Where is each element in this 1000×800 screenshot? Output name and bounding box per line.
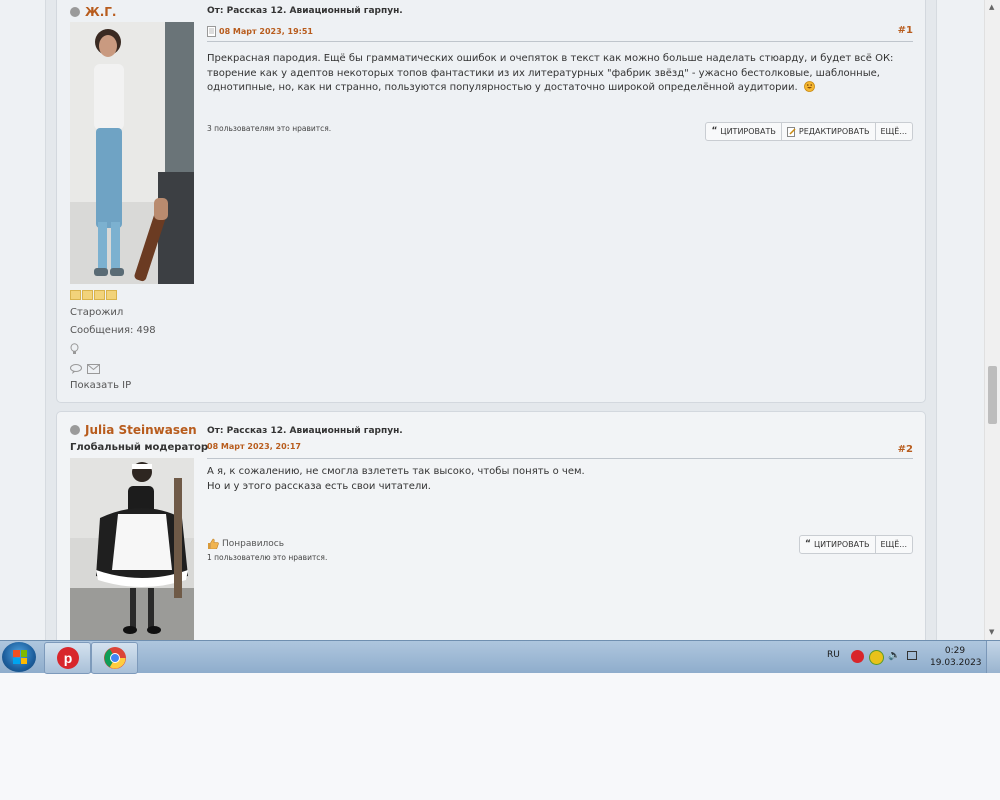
post-actions: “ЦИТИРОВАТЬ ЕЩЁ...	[799, 535, 913, 554]
quote-button-label: ЦИТИРОВАТЬ	[720, 127, 776, 136]
post-body-text: Прекрасная пародия. Ещё бы грамматически…	[207, 53, 894, 93]
post-date[interactable]: 08 Март 2023, 19:51	[207, 26, 313, 37]
browser-viewport: Ж.Г. Старожил Сообщения: 498 Показать IP…	[0, 0, 984, 640]
likes-count[interactable]: 1 пользователю это нравится.	[207, 553, 327, 562]
scrollbar-thumb[interactable]	[988, 366, 997, 424]
volume-icon[interactable]: 🔈	[888, 650, 900, 661]
like-button-label: Понравилось	[222, 538, 285, 549]
more-button-label: ЕЩЁ...	[880, 127, 908, 136]
show-desktop-button[interactable]	[986, 641, 1000, 673]
post-number[interactable]: #2	[898, 444, 913, 455]
post-date[interactable]: 08 Март 2023, 20:17	[207, 442, 301, 451]
avatar	[70, 22, 194, 284]
post-body: Прекрасная пародия. Ещё бы грамматически…	[207, 52, 907, 96]
post-actions: “ЦИТИРОВАТЬ РЕДАКТИРОВАТЬ ЕЩЁ...	[705, 122, 913, 141]
more-button[interactable]: ЕЩЁ...	[876, 123, 913, 140]
post-subject[interactable]: От: Рассказ 12. Авиационный гарпун.	[207, 426, 403, 436]
member-rank: Старожил	[70, 307, 124, 318]
forum-post: Julia Steinwasen Глобальный модератор От…	[56, 411, 926, 640]
network-icon[interactable]	[907, 651, 917, 660]
likes-count[interactable]: 3 пользователям это нравится.	[207, 124, 331, 133]
quote-button[interactable]: “ЦИТИРОВАТЬ	[706, 123, 782, 140]
thumbs-up-icon	[208, 538, 219, 549]
post-body: А я, к сожалению, не смогла взлететь так…	[207, 465, 907, 494]
edit-icon	[786, 126, 796, 137]
envelope-icon[interactable]	[87, 364, 100, 374]
smiley-icon	[803, 81, 815, 92]
speech-bubble-icon[interactable]	[70, 364, 82, 374]
system-clock[interactable]: 0:29 19.03.2023	[930, 645, 982, 669]
message-count: Сообщения: 498	[70, 325, 156, 336]
windows-taskbar: p RU 🔈 0:29 19.03.2023	[0, 640, 1000, 674]
lightbulb-icon[interactable]	[70, 343, 79, 355]
like-button[interactable]: Понравилось	[207, 538, 284, 549]
taskbar-app-punto[interactable]: p	[44, 642, 91, 674]
poster-name[interactable]: Ж.Г.	[70, 5, 116, 19]
document-icon	[207, 26, 216, 37]
more-button-label: ЕЩЁ...	[880, 540, 908, 549]
edit-button[interactable]: РЕДАКТИРОВАТЬ	[782, 123, 876, 140]
post-date-label: 08 Март 2023, 20:17	[207, 442, 301, 451]
quote-icon: “	[711, 126, 718, 136]
divider	[207, 41, 913, 42]
quote-button[interactable]: “ЦИТИРОВАТЬ	[800, 536, 876, 553]
start-button[interactable]	[2, 642, 36, 672]
edit-button-label: РЕДАКТИРОВАТЬ	[798, 127, 870, 136]
member-role: Глобальный модератор	[70, 442, 209, 453]
profile-icons-row	[70, 343, 79, 355]
windows-logo-icon	[13, 650, 27, 664]
divider	[207, 458, 913, 459]
offline-status-icon	[70, 7, 80, 17]
quote-button-label: ЦИТИРОВАТЬ	[813, 540, 870, 549]
scroll-up-arrow-icon[interactable]: ▲	[989, 3, 994, 11]
show-ip-link[interactable]: Показать IP	[70, 380, 131, 391]
post-subject[interactable]: От: Рассказ 12. Авиационный гарпун.	[207, 6, 403, 16]
post-body-line: А я, к сожалению, не смогла взлететь так…	[207, 466, 585, 477]
punto-tray-icon[interactable]	[851, 650, 864, 663]
poster-name[interactable]: Julia Steinwasen	[70, 423, 197, 437]
post-body-line: Но и у этого рассказа есть свои читатели…	[207, 480, 431, 492]
vertical-scrollbar[interactable]: ▲ ▼	[984, 0, 1000, 640]
offline-status-icon	[70, 425, 80, 435]
chrome-icon	[103, 647, 126, 669]
punto-switcher-icon: p	[56, 647, 79, 669]
forum-post: Ж.Г. Старожил Сообщения: 498 Показать IP…	[56, 0, 926, 403]
contact-icons-row	[70, 364, 100, 374]
post-date-label: 08 Март 2023, 19:51	[219, 27, 313, 36]
quote-icon: “	[805, 539, 811, 549]
post-number[interactable]: #1	[898, 25, 913, 36]
clock-time: 0:29	[944, 646, 966, 656]
taskbar-app-chrome[interactable]	[91, 642, 138, 674]
scroll-down-arrow-icon[interactable]: ▼	[989, 628, 994, 636]
language-indicator[interactable]: RU	[827, 650, 840, 660]
poster-name-label: Julia Steinwasen	[85, 423, 197, 437]
more-button[interactable]: ЕЩЁ...	[876, 536, 913, 553]
security-tray-icon[interactable]	[869, 650, 884, 665]
avatar	[70, 458, 194, 640]
clock-date: 19.03.2023	[930, 658, 982, 668]
svg-text:p: p	[63, 650, 72, 666]
rank-stars	[70, 290, 117, 300]
poster-name-label: Ж.Г.	[85, 5, 117, 19]
